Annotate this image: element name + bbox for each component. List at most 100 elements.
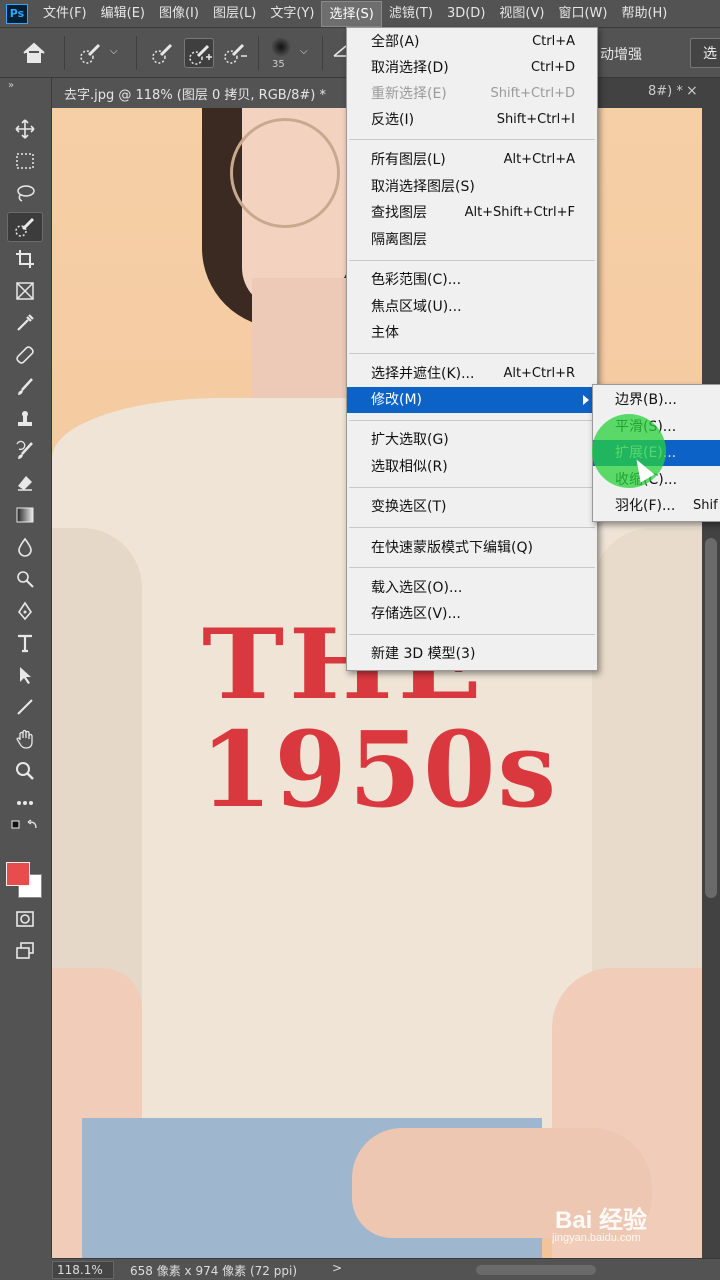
photoshop-logo: Ps xyxy=(6,3,28,24)
chevron-down-icon[interactable]: ⌵ xyxy=(110,46,118,57)
tools-panel: » xyxy=(0,78,52,1258)
menu-item-grow[interactable]: 扩大选取(G) xyxy=(347,427,597,453)
pen-tool-icon[interactable] xyxy=(7,596,43,626)
menu-separator xyxy=(349,353,595,354)
type-tool-icon[interactable] xyxy=(7,628,43,658)
brush-tool-icon[interactable] xyxy=(7,372,43,402)
history-brush-tool-icon[interactable] xyxy=(7,436,43,466)
menu-item-quick-mask[interactable]: 在快速蒙版模式下编辑(Q) xyxy=(347,535,597,561)
hand-tool-icon[interactable] xyxy=(7,724,43,754)
swap-colors-icon[interactable] xyxy=(7,818,43,836)
menu-separator xyxy=(349,139,595,140)
eraser-tool-icon[interactable] xyxy=(7,468,43,498)
zoom-level-field[interactable]: 118.1% xyxy=(52,1261,114,1279)
menu-item-transform-selection[interactable]: 变换选区(T) xyxy=(347,494,597,520)
home-icon[interactable] xyxy=(20,40,50,68)
submenu-item-border[interactable]: 边界(B)... xyxy=(593,387,720,413)
menu-separator xyxy=(349,260,595,261)
move-tool-icon[interactable] xyxy=(7,114,43,144)
menu-item-modify[interactable]: 修改(M) xyxy=(347,387,597,413)
menu-filter[interactable]: 滤镜(T) xyxy=(382,1,440,27)
select-subject-button[interactable]: 选 xyxy=(690,38,720,68)
glasses xyxy=(230,118,340,228)
document-info: 658 像素 x 974 像素 (72 ppi) xyxy=(130,1264,297,1278)
menu-separator xyxy=(349,634,595,635)
tab-document-second[interactable]: 8#) * xyxy=(648,84,683,99)
frame-tool-icon[interactable] xyxy=(7,276,43,306)
menu-file[interactable]: 文件(F) xyxy=(36,1,94,27)
tab-document-active[interactable]: 去字.jpg @ 118% (图层 0 拷贝, RGB/8#) * xyxy=(52,78,352,108)
submenu-arrow-icon xyxy=(583,395,589,405)
menu-item-select-all[interactable]: 全部(A) Ctrl+A xyxy=(347,29,597,55)
auto-enhance-label[interactable]: 动增强 xyxy=(600,44,642,64)
dodge-tool-icon[interactable] xyxy=(7,564,43,594)
options-divider xyxy=(136,36,137,70)
menu-item-save-selection[interactable]: 存储选区(V)... xyxy=(347,601,597,627)
menu-item-new-3d-model[interactable]: 新建 3D 模型(3) xyxy=(347,641,597,667)
add-to-selection-brush-icon[interactable] xyxy=(184,38,214,68)
line-tool-icon[interactable] xyxy=(7,692,43,722)
options-divider xyxy=(64,36,65,70)
menu-item-deselect-layers[interactable]: 取消选择图层(S) xyxy=(347,174,597,200)
horizontal-scroll-thumb[interactable] xyxy=(476,1265,596,1275)
subtract-from-selection-brush-icon[interactable] xyxy=(220,38,250,68)
options-divider xyxy=(322,36,323,70)
menu-edit[interactable]: 编辑(E) xyxy=(94,1,152,27)
menu-type[interactable]: 文字(Y) xyxy=(263,1,321,27)
menu-item-similar[interactable]: 选取相似(R) xyxy=(347,454,597,480)
menu-view[interactable]: 视图(V) xyxy=(492,1,551,27)
menu-separator xyxy=(349,420,595,421)
menu-item-isolate-layers[interactable]: 隔离图层 xyxy=(347,227,597,253)
gradient-tool-icon[interactable] xyxy=(7,500,43,530)
chevron-down-icon[interactable]: ⌵ xyxy=(300,46,308,57)
menu-item-deselect[interactable]: 取消选择(D) Ctrl+D xyxy=(347,55,597,81)
blur-tool-icon[interactable] xyxy=(7,532,43,562)
click-indicator xyxy=(592,414,666,488)
marquee-tool-icon[interactable] xyxy=(7,146,43,176)
clone-stamp-tool-icon[interactable] xyxy=(7,404,43,434)
menu-image[interactable]: 图像(I) xyxy=(152,1,206,27)
collapse-panel-icon[interactable]: » xyxy=(8,80,14,91)
menu-separator xyxy=(349,527,595,528)
menu-window[interactable]: 窗口(W) xyxy=(551,1,614,27)
path-selection-tool-icon[interactable] xyxy=(7,660,43,690)
menu-select[interactable]: 选择(S) xyxy=(321,0,382,27)
quick-mask-icon[interactable] xyxy=(7,904,43,934)
menu-layer[interactable]: 图层(L) xyxy=(206,1,263,27)
more-tools-icon[interactable] xyxy=(7,788,43,818)
menu-separator xyxy=(349,567,595,568)
eyedropper-tool-icon[interactable] xyxy=(7,308,43,338)
quick-selection-tool-icon[interactable] xyxy=(7,212,43,242)
menu-help[interactable]: 帮助(H) xyxy=(614,1,674,27)
menu-item-reselect: 重新选择(E) Shift+Ctrl+D xyxy=(371,86,575,102)
crop-tool-icon[interactable] xyxy=(7,244,43,274)
menu-item-all-layers[interactable]: 所有图层(L) Alt+Ctrl+A xyxy=(347,147,597,173)
zoom-tool-icon[interactable] xyxy=(7,756,43,786)
close-icon[interactable]: × xyxy=(686,83,698,99)
vertical-scrollbar[interactable] xyxy=(702,108,720,1258)
menu-3d[interactable]: 3D(D) xyxy=(440,1,492,27)
menu-item-color-range[interactable]: 色彩范围(C)... xyxy=(347,267,597,293)
screen-mode-icon[interactable] xyxy=(7,936,43,966)
quick-select-preset-icon[interactable] xyxy=(76,38,106,68)
menu-separator xyxy=(349,487,595,488)
select-menu-dropdown: 全部(A) Ctrl+A 取消选择(D) Ctrl+D 重新选择(E) Shift+C… xyxy=(346,27,598,671)
menu-item-find-layers[interactable]: 查找图层 Alt+Shift+Ctrl+F xyxy=(347,200,597,226)
brush-size-value: 35 xyxy=(272,59,285,70)
status-bar: 118.1% 658 像素 x 974 像素 (72 ppi) > xyxy=(52,1258,720,1280)
menu-item-select-and-mask[interactable]: 选择并遮住(K)... Alt+Ctrl+R xyxy=(347,361,597,387)
menu-bar: Ps 文件(F) 编辑(E) 图像(I) 图层(L) 文字(Y) 选择(S) 滤… xyxy=(0,0,720,28)
menu-item-load-selection[interactable]: 载入选区(O)... xyxy=(347,575,597,601)
menu-item-subject[interactable]: 主体 xyxy=(347,320,597,346)
lasso-tool-icon[interactable] xyxy=(7,178,43,208)
healing-brush-tool-icon[interactable] xyxy=(7,340,43,370)
vertical-scroll-thumb[interactable] xyxy=(705,538,717,898)
status-menu-arrow[interactable]: > xyxy=(332,1261,342,1275)
menu-item-focus-area[interactable]: 焦点区域(U)... xyxy=(347,294,597,320)
menu-item-inverse[interactable]: 反选(I) Shift+Ctrl+I xyxy=(347,107,597,133)
submenu-item-feather[interactable]: 羽化(F)... Shif xyxy=(593,493,720,519)
shirt-print-1950s: 1950s xyxy=(200,708,559,831)
foreground-color-swatch[interactable] xyxy=(6,862,30,886)
baidu-watermark: Bai 经验 xyxy=(555,1207,648,1234)
new-selection-brush-icon[interactable] xyxy=(148,38,178,68)
